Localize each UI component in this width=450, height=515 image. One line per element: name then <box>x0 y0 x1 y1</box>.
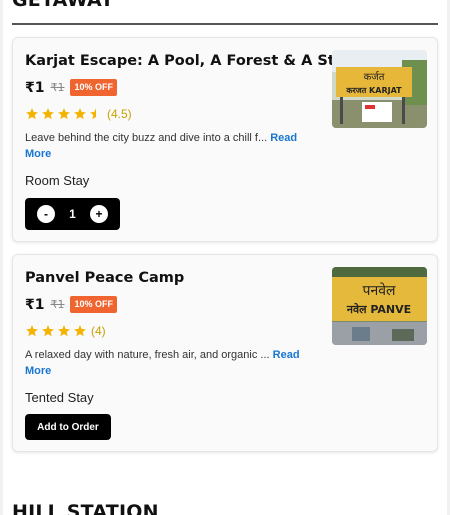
price: ₹1 <box>25 79 45 96</box>
star-icon <box>74 108 86 120</box>
listing-description: Leave behind the city buzz and dive into… <box>25 130 320 162</box>
listing-description: A relaxed day with nature, fresh air, an… <box>25 347 320 379</box>
listing-card-karjat[interactable]: Karjat Escape: A Pool, A Forest & A Stor… <box>12 37 438 242</box>
stay-type: Room Stay <box>25 173 90 188</box>
star-icon <box>26 108 38 120</box>
sign-text-line2: नवेल PANVE <box>346 302 411 316</box>
panvel-station-sign-image: पनवेल नवेल PANVE <box>332 267 427 345</box>
rating-row: (4.5) <box>25 107 132 121</box>
sign-text-line1: पनवेल <box>363 282 397 299</box>
stay-type: Tented Stay <box>25 390 94 405</box>
listing-image-karjat[interactable]: कर्जत करजत KARJAT <box>332 50 427 128</box>
listing-title[interactable]: Karjat Escape: A Pool, A Forest & A Stor… <box>25 53 361 69</box>
star-icon <box>58 325 70 337</box>
price-row: ₹1 ₹1 10% OFF <box>25 296 117 313</box>
page: GETAWAY Karjat Escape: A Pool, A Forest … <box>0 0 450 515</box>
star-icon <box>42 325 54 337</box>
price-row: ₹1 ₹1 10% OFF <box>25 79 117 96</box>
section-title-getaway: GETAWAY <box>12 0 115 11</box>
listing-card-panvel[interactable]: Panvel Peace Camp ₹1 ₹1 10% OFF (4) A re… <box>12 254 438 452</box>
rating-value: (4) <box>91 324 106 338</box>
discount-badge: 10% OFF <box>70 296 117 313</box>
quantity-value: 1 <box>69 207 76 221</box>
section-divider <box>12 23 438 25</box>
sign-text-line2: करजत KARJAT <box>345 86 402 95</box>
star-icon <box>26 325 38 337</box>
original-price: ₹1 <box>50 298 65 311</box>
add-to-order-button[interactable]: Add to Order <box>25 414 111 440</box>
increment-button[interactable]: + <box>90 205 108 223</box>
rating-row: (4) <box>25 324 106 338</box>
rating-value: (4.5) <box>107 107 132 121</box>
price: ₹1 <box>25 296 45 313</box>
star-icon <box>58 108 70 120</box>
original-price: ₹1 <box>50 81 65 94</box>
half-star-icon <box>90 108 96 120</box>
description-text: A relaxed day with nature, fresh air, an… <box>25 349 270 361</box>
karjat-station-sign-image: कर्जत करजत KARJAT <box>332 50 427 128</box>
listing-title[interactable]: Panvel Peace Camp <box>25 270 184 286</box>
decrement-button[interactable]: - <box>37 205 55 223</box>
section-title-hill-station: HILL STATION <box>12 501 159 515</box>
star-icon <box>42 108 54 120</box>
sign-text-line1: कर्जत <box>364 71 385 83</box>
listing-image-panvel[interactable]: पनवेल नवेल PANVE <box>332 267 427 345</box>
quantity-stepper: - 1 + <box>25 198 120 230</box>
star-icon <box>74 325 86 337</box>
discount-badge: 10% OFF <box>70 79 117 96</box>
description-text: Leave behind the city buzz and dive into… <box>25 132 268 144</box>
